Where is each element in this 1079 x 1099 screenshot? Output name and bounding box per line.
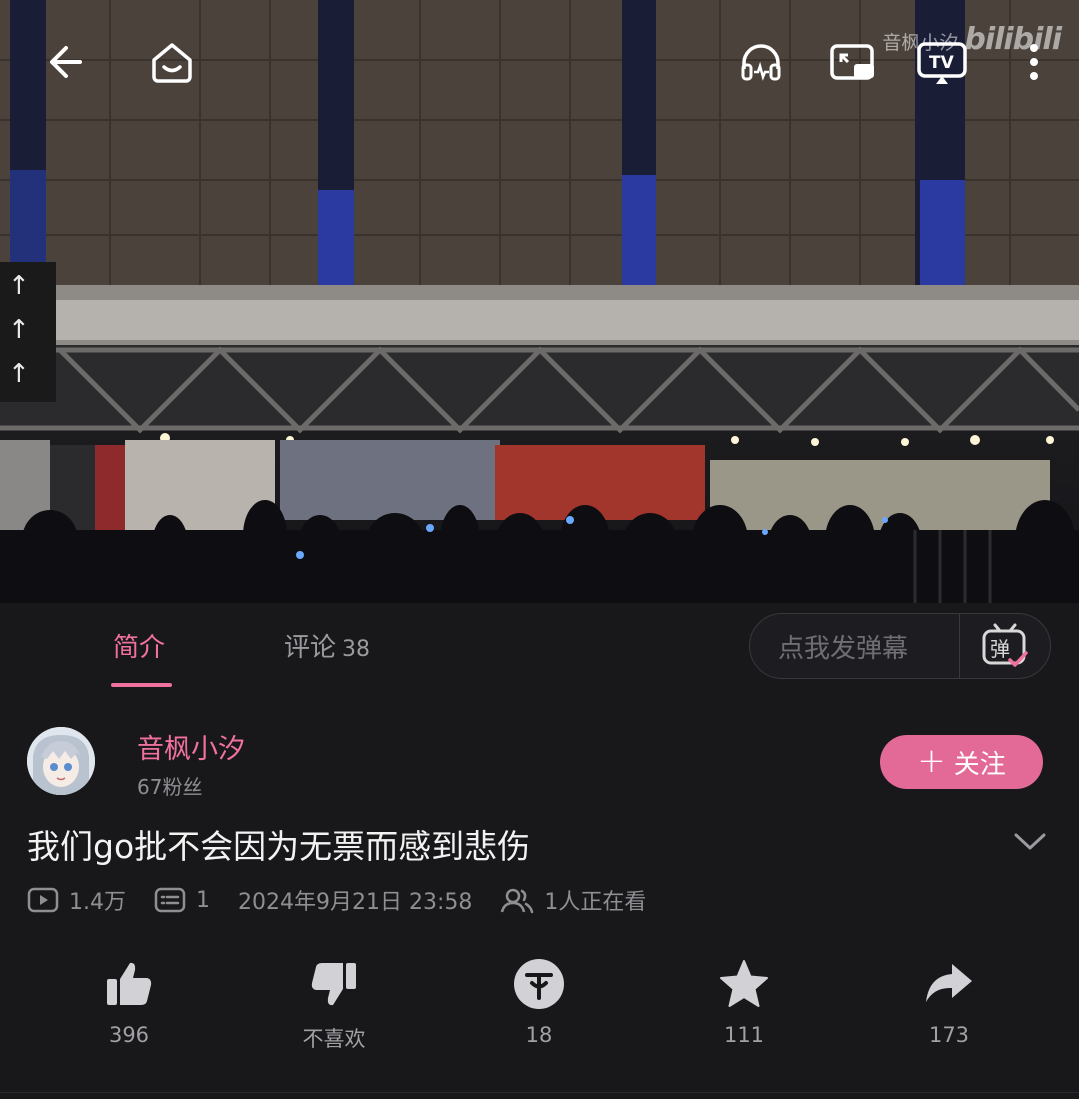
- headphones-icon: [741, 44, 781, 81]
- video-meta: 1.4万 1 2024年9月21日 23:58 1人正在看: [27, 883, 674, 917]
- home-icon: [152, 43, 192, 83]
- view-count: 1.4万: [27, 884, 126, 916]
- tab-intro[interactable]: 简介: [113, 627, 165, 664]
- watermark-logo: bilibili: [964, 22, 1062, 57]
- picture-in-picture-icon: [830, 44, 874, 80]
- avatar[interactable]: [27, 727, 95, 795]
- dislike-button[interactable]: 不喜欢: [279, 955, 389, 1053]
- favorite-button[interactable]: 111: [689, 955, 799, 1047]
- video-title: 我们go批不会因为无票而感到悲伤: [27, 827, 531, 866]
- thumbs-up-icon: [107, 962, 152, 1005]
- tab-comments[interactable]: 评论 38: [284, 627, 370, 664]
- danmaku-count-icon: [154, 887, 186, 913]
- watching-now: 1人正在看: [500, 884, 646, 916]
- chevron-down-icon: [1014, 833, 1046, 850]
- follow-button[interactable]: + 关注: [880, 735, 1043, 789]
- video-watermark: 音枫小汐 bilibili: [882, 22, 1062, 57]
- expand-description-button[interactable]: [1010, 826, 1050, 856]
- danmaku-count: 1: [154, 886, 210, 914]
- back-button[interactable]: [38, 36, 90, 88]
- like-count: 396: [108, 1023, 150, 1047]
- active-tab-indicator: [111, 683, 172, 687]
- danmaku-count-value: 1: [196, 887, 210, 913]
- publish-time: 2024年9月21日 23:58: [238, 884, 472, 916]
- audio-mode-button[interactable]: [735, 36, 787, 88]
- tab-bar: 简介 评论 38 点我发弹幕 弹: [0, 603, 1079, 691]
- home-button[interactable]: [146, 36, 198, 88]
- coin-icon: [514, 959, 564, 1009]
- play-count-icon: [27, 887, 59, 913]
- share-arrow-icon: [926, 964, 972, 1002]
- tab-comments-label: 评论: [284, 633, 337, 663]
- svg-text:↑: ↑: [8, 271, 30, 301]
- favorite-count: 111: [723, 1023, 765, 1047]
- video-player[interactable]: ↑ ↑ ↑ TV 音枫小汐 bilibili: [0, 0, 1079, 603]
- svg-text:弹: 弹: [990, 637, 1010, 661]
- danmaku-input[interactable]: 点我发弹幕: [750, 628, 959, 665]
- star-icon: [720, 960, 768, 1007]
- dislike-label: 不喜欢: [302, 1027, 366, 1051]
- watching-now-value: 1人正在看: [544, 890, 647, 915]
- watermark-uploader: 音枫小汐: [882, 32, 959, 54]
- svg-text:↑: ↑: [8, 359, 30, 389]
- divider: [0, 1092, 1079, 1093]
- view-count-value: 1.4万: [69, 890, 126, 915]
- svg-text:↑: ↑: [8, 315, 30, 345]
- danmaku-icon: 弹: [982, 623, 1028, 667]
- thumbs-down-icon: [311, 963, 356, 1006]
- danmaku-bar: 点我发弹幕 弹: [749, 613, 1051, 679]
- uploader-name[interactable]: 音枫小汐: [137, 727, 245, 766]
- watching-people-icon: [501, 888, 534, 914]
- fans-count: 67粉丝: [137, 775, 203, 799]
- publish-time-value: 2024年9月21日 23:58: [238, 890, 473, 915]
- comments-count: 38: [342, 637, 371, 662]
- follow-label: 关注: [953, 749, 1006, 780]
- like-button[interactable]: 396: [74, 955, 184, 1047]
- share-button[interactable]: 173: [894, 955, 1004, 1047]
- avatar-image: [27, 727, 95, 795]
- coin-button[interactable]: 18: [484, 955, 594, 1047]
- pip-button[interactable]: [826, 36, 878, 88]
- danmaku-toggle-button[interactable]: 弹: [960, 613, 1050, 679]
- plus-icon: +: [917, 740, 946, 781]
- coin-count: 18: [525, 1023, 553, 1047]
- video-frame: ↑ ↑ ↑: [0, 0, 1079, 603]
- share-count: 173: [928, 1023, 970, 1047]
- arrow-left-icon: [50, 46, 82, 78]
